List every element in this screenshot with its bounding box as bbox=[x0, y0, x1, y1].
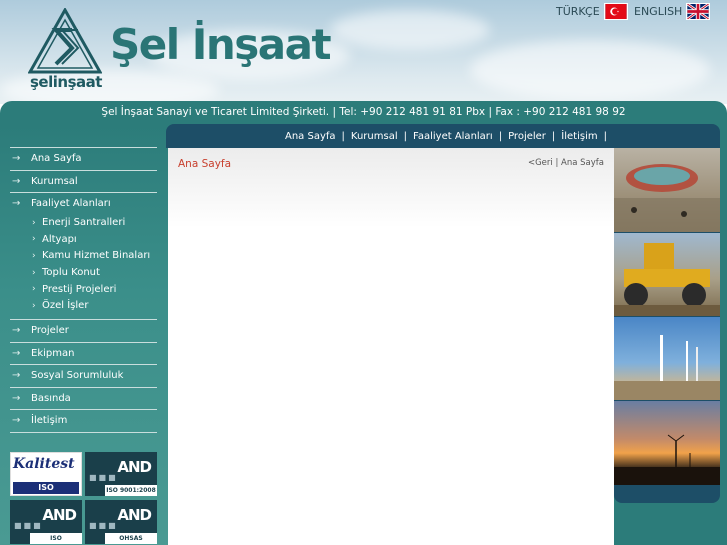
sidebar-item-label[interactable]: Ana Sayfa bbox=[31, 153, 82, 164]
arrow-right-icon: → bbox=[12, 370, 21, 382]
certificate-label: ISO 14001:2004 bbox=[30, 533, 82, 544]
sidebar-subitem-altyapi[interactable]: › Altyapı bbox=[10, 231, 157, 248]
chevron-right-icon: › bbox=[32, 234, 36, 245]
dots-decoration: ■■■ bbox=[89, 521, 118, 530]
sidebar-item-ekipman[interactable]: → Ekipman bbox=[10, 341, 157, 365]
sidebar-item-sosyal-sorumluluk[interactable]: → Sosyal Sorumluluk bbox=[10, 364, 157, 387]
chevron-right-icon: › bbox=[32, 300, 36, 311]
arrow-right-icon: → bbox=[12, 153, 21, 165]
certificate-and-ohsas18001[interactable]: AND ■■■ OHSAS 18001:2007 bbox=[85, 500, 157, 544]
sidebar-item-label[interactable]: Basında bbox=[31, 393, 71, 404]
sidebar-item-label[interactable]: Faaliyet Alanları bbox=[31, 198, 111, 209]
back-link[interactable]: <Geri bbox=[528, 158, 553, 168]
sidebar-subitem-label[interactable]: Prestij Projeleri bbox=[42, 284, 116, 295]
company-info-line: Şel İnşaat Sanayi ve Ticaret Limited Şir… bbox=[101, 106, 626, 118]
language-turkish[interactable]: TÜRKÇE bbox=[556, 3, 628, 20]
sidebar-nav: → Ana Sayfa → Kurumsal → Faaliyet Alanları … bbox=[10, 147, 157, 433]
and-logo: AND bbox=[42, 506, 77, 524]
sidebar-subitem-enerji-santralleri[interactable]: › Enerji Santralleri bbox=[10, 215, 157, 232]
sidebar-subitem-kamu-hizmet-binalari[interactable]: › Kamu Hizmet Binaları bbox=[10, 248, 157, 265]
arrow-right-icon: → bbox=[12, 325, 21, 337]
certificate-label: ISO 9001:2008 bbox=[105, 485, 157, 496]
photo-column bbox=[614, 148, 720, 503]
certificate-kalitest[interactable]: Kalitest ISO 9001:2008 bbox=[10, 452, 82, 496]
sidebar-item-ana-sayfa[interactable]: → Ana Sayfa bbox=[10, 147, 157, 170]
sidebar-item-label[interactable]: Projeler bbox=[31, 325, 69, 336]
sidebar-item-projeler[interactable]: → Projeler bbox=[10, 319, 157, 342]
sidebar-subitem-label[interactable]: Enerji Santralleri bbox=[42, 217, 125, 228]
and-logo: AND bbox=[117, 458, 152, 476]
kalitest-logo: Kalitest bbox=[13, 456, 75, 472]
certificate-label: OHSAS 18001:2007 bbox=[105, 533, 157, 544]
dots-decoration: ■■■ bbox=[14, 521, 43, 530]
sidebar-subitem-prestij-projeleri[interactable]: › Prestij Projeleri bbox=[10, 281, 157, 298]
chevron-right-icon: › bbox=[32, 217, 36, 228]
breadcrumb: <Geri | Ana Sayfa bbox=[528, 158, 604, 168]
breadcrumb-separator: | bbox=[555, 158, 559, 168]
certificate-and-iso9001[interactable]: AND ■■■ ISO 9001:2008 bbox=[85, 452, 157, 496]
sidebar-subitem-label[interactable]: Toplu Konut bbox=[42, 267, 100, 278]
company-logo-icon[interactable] bbox=[28, 8, 102, 74]
sidebar-subitem-label[interactable]: Özel İşler bbox=[42, 300, 88, 311]
topnav-iletisim[interactable]: İletişim bbox=[555, 131, 603, 142]
sidebar-item-label[interactable]: Kurumsal bbox=[31, 176, 78, 187]
certificate-label: ISO 9001:2008 bbox=[13, 482, 79, 494]
arrow-right-icon: → bbox=[12, 415, 21, 427]
sidebar-item-faaliyet-alanlari[interactable]: → Faaliyet Alanları bbox=[10, 192, 157, 215]
certificate-and-iso14001[interactable]: AND ■■■ ISO 14001:2004 bbox=[10, 500, 82, 544]
arrow-right-icon: → bbox=[12, 347, 21, 359]
arrow-right-icon: → bbox=[12, 175, 21, 187]
sidebar-subitem-toplu-konut[interactable]: › Toplu Konut bbox=[10, 264, 157, 281]
sidebar-divider bbox=[10, 431, 157, 433]
topnav-projeler[interactable]: Projeler bbox=[502, 131, 552, 142]
page-title: Ana Sayfa bbox=[178, 158, 232, 170]
sidebar-item-label[interactable]: Ekipman bbox=[31, 348, 74, 359]
sidebar-item-label[interactable]: Sosyal Sorumluluk bbox=[31, 370, 123, 381]
and-logo: AND bbox=[117, 506, 152, 524]
main-content: Ana Sayfa <Geri | Ana Sayfa bbox=[168, 148, 614, 545]
arrow-right-icon: → bbox=[12, 198, 21, 210]
sidebar-item-label[interactable]: İletişim bbox=[31, 415, 67, 426]
sidebar-item-iletisim[interactable]: → İletişim bbox=[10, 409, 157, 432]
photo-wind-turbines-sunset[interactable] bbox=[614, 401, 720, 485]
breadcrumb-current[interactable]: Ana Sayfa bbox=[561, 158, 604, 168]
sidebar-subitem-label[interactable]: Altyapı bbox=[42, 234, 77, 245]
language-label-english[interactable]: ENGLISH bbox=[634, 5, 682, 18]
brand-name: Şel İnşaat bbox=[110, 20, 332, 69]
content-header: Ana Sayfa <Geri | Ana Sayfa bbox=[168, 148, 614, 228]
dots-decoration: ■■■ bbox=[89, 473, 118, 482]
topnav-faaliyet-alanlari[interactable]: Faaliyet Alanları bbox=[407, 131, 499, 142]
photo-construction-site[interactable] bbox=[614, 148, 720, 232]
chevron-right-icon: › bbox=[32, 250, 36, 261]
chevron-right-icon: › bbox=[32, 267, 36, 278]
header-banner: şelinşaat Şel İnşaat TÜRKÇE ENGLISH bbox=[0, 0, 727, 104]
nav-separator: | bbox=[603, 130, 607, 142]
turkey-flag-icon[interactable] bbox=[603, 3, 628, 20]
language-label-turkish[interactable]: TÜRKÇE bbox=[556, 5, 600, 18]
sidebar-subitem-ozel-isler[interactable]: › Özel İşler bbox=[10, 297, 157, 314]
photo-chimneys[interactable] bbox=[614, 317, 720, 400]
photo-grader-machine[interactable] bbox=[614, 233, 720, 316]
sidebar-item-kurumsal[interactable]: → Kurumsal bbox=[10, 169, 157, 193]
arrow-right-icon: → bbox=[12, 392, 21, 404]
topnav-kurumsal[interactable]: Kurumsal bbox=[345, 131, 404, 142]
language-english[interactable]: ENGLISH bbox=[634, 3, 711, 20]
logo-text: şelinşaat bbox=[30, 73, 102, 91]
chevron-right-icon: › bbox=[32, 284, 36, 295]
top-navigation: Ana Sayfa | Kurumsal | Faaliyet Alanları | … bbox=[166, 124, 720, 148]
sidebar-item-basinda[interactable]: → Basında bbox=[10, 386, 157, 410]
uk-flag-icon[interactable] bbox=[686, 3, 711, 20]
topnav-ana-sayfa[interactable]: Ana Sayfa bbox=[279, 131, 342, 142]
sidebar-subitem-label[interactable]: Kamu Hizmet Binaları bbox=[42, 250, 150, 261]
